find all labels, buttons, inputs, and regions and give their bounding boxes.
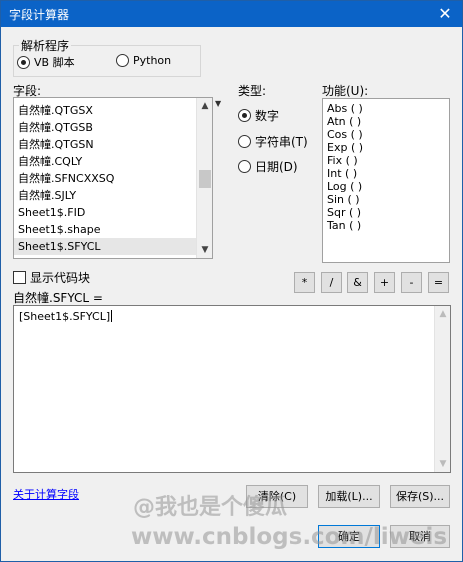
type-number-radio[interactable]: 数字 [238,107,279,124]
list-item[interactable]: 自然幢.QTGSX [14,102,212,119]
operator-divide-button[interactable]: / [321,272,342,293]
radio-dot-icon [116,54,129,67]
operator-concat-button[interactable]: & [347,272,368,293]
expression-scrollbar[interactable]: ▲ ▼ [434,306,450,472]
ok-button[interactable]: 确定 [318,525,380,548]
operator-minus-button[interactable]: - [401,272,422,293]
close-icon[interactable]: ✕ [434,3,456,25]
type-date-radio[interactable]: 日期(D) [238,158,298,175]
parser-group-label: 解析程序 [19,37,72,54]
list-item[interactable]: Atn ( ) [323,115,449,128]
parser-vbscript-label: VB 脚本 [34,56,75,69]
fields-scrollbar[interactable]: ▲ ▼ [196,98,212,258]
scroll-thumb[interactable] [199,170,211,188]
list-item[interactable]: Cos ( ) [323,128,449,141]
cancel-button[interactable]: 取消 [390,525,450,548]
scroll-down-icon[interactable]: ▼ [197,242,212,258]
type-string-radio[interactable]: 字符串(T) [238,133,308,150]
expression-text: [Sheet1$.SFYCL] [19,310,111,323]
list-item[interactable]: Sqr ( ) [323,206,449,219]
checkbox-icon [13,271,26,284]
list-item[interactable]: Fix ( ) [323,154,449,167]
field-calculator-dialog: 字段计算器 ✕ 解析程序 VB 脚本 Python 字段: 自然幢.QTGSX … [0,0,463,562]
scroll-up-icon[interactable]: ▲ [435,306,451,322]
parser-python-radio[interactable]: Python [116,54,171,67]
radio-dot-icon [238,109,251,122]
scroll-down-icon[interactable]: ▼ [435,456,451,472]
list-item[interactable]: Sheet1$.FID [14,204,212,221]
fields-dropdown-icon[interactable]: ▼ [215,99,221,108]
expression-label: 自然幢.SFYCL = [13,291,103,305]
list-item[interactable]: Log ( ) [323,180,449,193]
operator-multiply-button[interactable]: * [294,272,315,293]
list-item[interactable]: Tan ( ) [323,219,449,232]
scroll-up-icon[interactable]: ▲ [197,98,212,114]
type-label: 类型: [238,84,267,98]
parser-python-label: Python [133,54,172,67]
list-item[interactable]: 自然幢.SFNCXXSQ [14,170,212,187]
list-item[interactable]: Exp ( ) [323,141,449,154]
list-item[interactable]: 自然幢.SJLY [14,187,212,204]
fields-listbox[interactable]: 自然幢.QTGSX 自然幢.QTGSB 自然幢.QTGSN 自然幢.CQLY 自… [13,97,213,259]
save-button[interactable]: 保存(S)... [390,485,450,508]
window-title: 字段计算器 [9,8,70,22]
radio-dot-icon [238,160,251,173]
list-item-selected[interactable]: Sheet1$.SFYCL [14,238,212,255]
parser-vbscript-radio[interactable]: VB 脚本 [17,54,75,70]
show-codeblock-checkbox[interactable]: 显示代码块 [13,269,90,286]
list-item[interactable]: Int ( ) [323,167,449,180]
type-date-label: 日期(D) [255,160,298,174]
list-item[interactable]: 自然幢.CQLY [14,153,212,170]
functions-listbox[interactable]: Abs ( ) Atn ( ) Cos ( ) Exp ( ) Fix ( ) … [322,98,450,263]
title-bar: 字段计算器 ✕ [1,1,462,27]
radio-dot-icon [238,135,251,148]
type-number-label: 数字 [255,109,280,123]
expression-textarea[interactable]: [Sheet1$.SFYCL] ▲ ▼ [13,305,451,473]
text-caret [111,310,113,322]
show-codeblock-label: 显示代码块 [30,271,91,285]
list-item[interactable]: Sin ( ) [323,193,449,206]
list-item[interactable]: Sheet1$.shape [14,221,212,238]
clear-button[interactable]: 清除(C) [246,485,308,508]
operator-plus-button[interactable]: + [374,272,395,293]
list-item[interactable]: 自然幢.QTGSB [14,119,212,136]
functions-label: 功能(U): [322,84,369,98]
list-item[interactable]: 自然幢.QTGSN [14,136,212,153]
list-item[interactable]: Abs ( ) [323,102,449,115]
about-calculate-field-link[interactable]: 关于计算字段 [13,486,79,502]
load-button[interactable]: 加载(L)... [318,485,380,508]
radio-dot-icon [17,55,30,69]
type-string-label: 字符串(T) [255,135,308,149]
operator-equals-button[interactable]: = [428,272,449,293]
